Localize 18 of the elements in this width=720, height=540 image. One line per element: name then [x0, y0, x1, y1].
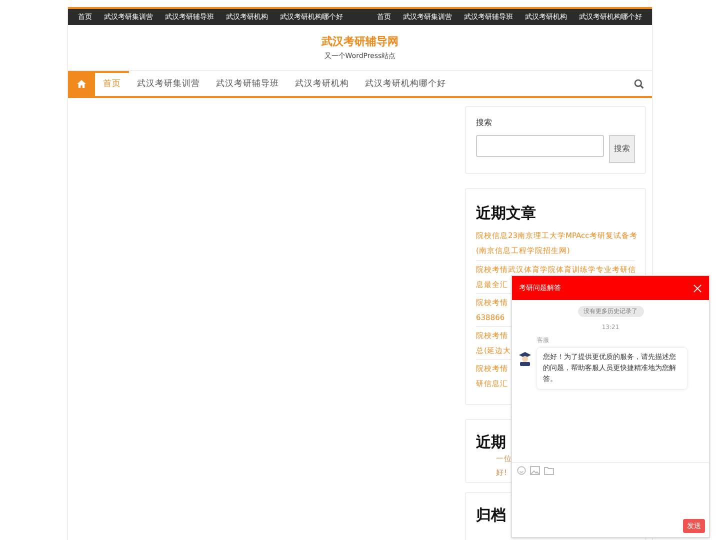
nav-tab[interactable]: 武汉考研辅导班	[208, 71, 287, 96]
close-icon[interactable]	[693, 284, 702, 292]
agent-avatar-icon	[517, 350, 533, 366]
search-label: 搜索	[476, 117, 493, 129]
nav-tab[interactable]: 武汉考研机构哪个好	[357, 71, 454, 96]
widget-title: 归档	[476, 505, 507, 525]
emoji-icon[interactable]	[517, 466, 526, 475]
image-icon[interactable]	[530, 466, 540, 475]
home-button[interactable]	[68, 71, 95, 96]
search-icon[interactable]	[634, 78, 644, 88]
widget-title: 近期文章	[476, 203, 537, 223]
nav-tab[interactable]: 武汉考研机构	[287, 71, 357, 96]
widget-title: 近期	[476, 432, 506, 452]
nav-tab[interactable]: 武汉考研集训营	[129, 71, 208, 96]
search-button[interactable]: 搜索	[609, 135, 635, 163]
search-field[interactable]	[476, 135, 604, 157]
home-icon	[77, 80, 86, 88]
folder-icon[interactable]	[544, 466, 554, 475]
